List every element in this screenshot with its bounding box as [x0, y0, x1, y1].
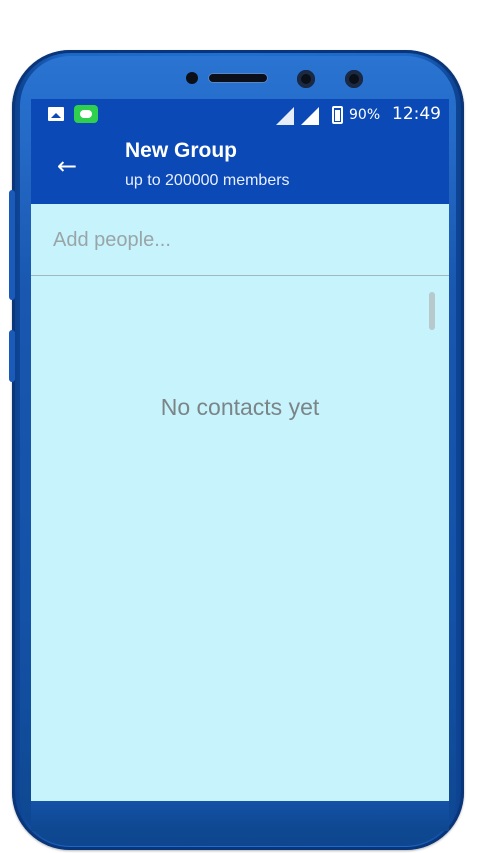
front-camera-secondary — [345, 70, 363, 88]
scrollbar[interactable] — [429, 292, 435, 330]
back-button[interactable]: ← — [51, 150, 83, 182]
empty-state-message: No contacts yet — [160, 394, 320, 420]
power-button — [9, 330, 15, 382]
bottom-bezel — [31, 801, 449, 831]
volume-button — [9, 190, 15, 300]
status-bar: 90% 12:49 — [31, 99, 449, 130]
signal-icon — [276, 107, 294, 125]
image-notification-icon — [48, 107, 64, 121]
screen: 90% 12:49 ← New Group up to 200000 membe… — [31, 99, 449, 802]
signal-icon — [301, 107, 319, 125]
front-camera — [297, 70, 315, 88]
battery-icon — [332, 106, 343, 124]
app-bar: ← New Group up to 200000 members — [31, 130, 449, 204]
clock: 12:49 — [392, 104, 441, 124]
earpiece-speaker — [208, 73, 268, 83]
battery-level: 90% — [349, 107, 381, 123]
arrow-left-icon: ← — [56, 152, 78, 180]
app-notification-icon — [74, 105, 98, 123]
proximity-sensor — [186, 72, 198, 84]
add-people-field — [31, 204, 449, 276]
add-people-input[interactable] — [53, 224, 423, 256]
page-subtitle: up to 200000 members — [125, 172, 290, 189]
page-title: New Group — [125, 139, 238, 162]
